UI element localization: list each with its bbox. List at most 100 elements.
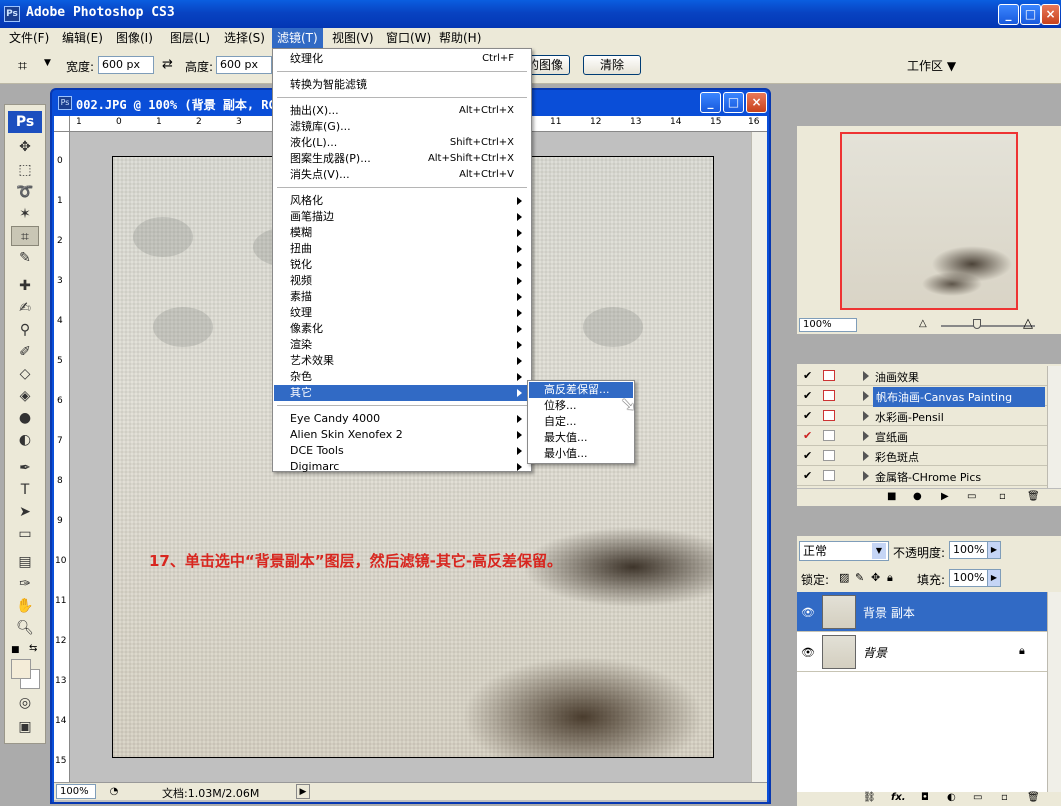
new-set-icon[interactable]: ▭ — [967, 491, 976, 502]
action-row[interactable]: ✔ 彩色斑点 — [797, 446, 1047, 466]
close-button[interactable]: × — [1041, 4, 1060, 25]
navigator-zoom-field[interactable]: 100% — [799, 318, 857, 332]
lasso-tool-icon[interactable]: ➰ — [11, 182, 39, 202]
visibility-eye-icon[interactable]: 👁︎ — [801, 606, 815, 619]
layer-row[interactable]: 👁︎ 背景 🔒︎ — [797, 632, 1047, 672]
record-icon[interactable]: ● — [913, 491, 922, 502]
menu-image[interactable]: 图像(I) — [111, 28, 158, 48]
foreground-color-swatch[interactable] — [11, 659, 31, 679]
status-info-icon[interactable]: ◔ — [104, 784, 124, 799]
status-menu-arrow-icon[interactable]: ▶ — [296, 784, 310, 799]
swap-colors-icon[interactable]: ⇆ — [29, 643, 37, 654]
action-row[interactable]: ✔ 油画效果 — [797, 366, 1047, 386]
dodge-tool-icon[interactable]: ◐ — [11, 430, 39, 450]
filter-menu-item[interactable]: 转换为智能滤镜 — [274, 77, 530, 93]
other-submenu-item[interactable]: 最小值... — [529, 446, 633, 462]
minimize-button[interactable]: _ — [998, 4, 1019, 25]
delete-layer-icon[interactable]: 🗑︎ — [1027, 792, 1040, 803]
blur-tool-icon[interactable]: ● — [11, 408, 39, 428]
height-field[interactable]: 600 px — [216, 56, 272, 74]
doc-maximize-button[interactable]: □ — [723, 92, 744, 113]
expand-triangle-icon[interactable] — [863, 371, 869, 381]
checkmark-icon[interactable]: ✔ — [803, 410, 814, 421]
vertical-scrollbar[interactable] — [751, 132, 767, 782]
healing-brush-icon[interactable]: ✚ — [11, 276, 39, 296]
swap-dimensions-icon[interactable]: ⇄ — [162, 57, 173, 72]
link-layers-icon[interactable]: ⛓ — [863, 792, 876, 803]
delete-action-icon[interactable]: 🗑︎ — [1027, 491, 1040, 502]
actions-scrollbar[interactable] — [1047, 366, 1061, 488]
menu-window[interactable]: 窗口(W) — [381, 28, 436, 48]
default-colors-icon[interactable]: ■ — [11, 645, 21, 655]
dialog-toggle-icon[interactable] — [823, 470, 835, 481]
checkmark-icon[interactable]: ✔ — [803, 370, 814, 381]
tool-preset-dropdown-icon[interactable]: ▼ — [44, 58, 51, 68]
filter-menu-item[interactable]: 液化(L)... Shift+Ctrl+X — [274, 135, 530, 151]
layer-row[interactable]: 👁︎ 背景 副本 — [797, 592, 1047, 632]
action-row[interactable]: ✔ 水彩画-Pensil — [797, 406, 1047, 426]
filter-menu-item[interactable]: 其它 — [274, 385, 530, 401]
zoom-out-icon[interactable]: △ — [919, 318, 927, 329]
dialog-toggle-icon[interactable] — [823, 430, 835, 441]
hand-tool-icon[interactable]: ✋ — [11, 596, 39, 616]
filter-menu-item[interactable]: Digimarc — [274, 459, 530, 475]
fill-slider-arrow-icon[interactable]: ▶ — [987, 569, 1001, 587]
checkmark-icon[interactable]: ✔ — [803, 430, 814, 441]
screen-mode-icon[interactable]: ▣ — [11, 717, 39, 737]
expand-triangle-icon[interactable] — [863, 471, 869, 481]
expand-triangle-icon[interactable] — [863, 431, 869, 441]
filter-menu-item[interactable]: 扭曲 — [274, 241, 530, 257]
menu-layer[interactable]: 图层(L) — [165, 28, 215, 48]
brush-tool-icon[interactable]: ✍ — [11, 298, 39, 318]
notes-tool-icon[interactable]: ▤ — [11, 552, 39, 572]
filter-menu-item[interactable]: Alien Skin Xenofex 2 — [274, 427, 530, 443]
other-submenu-item[interactable]: 最大值... — [529, 430, 633, 446]
path-selection-icon[interactable]: ➤ — [11, 502, 39, 522]
magic-wand-tool-icon[interactable]: ✶ — [11, 204, 39, 224]
filter-menu-item[interactable]: 滤镜库(G)... — [274, 119, 530, 135]
vertical-ruler[interactable]: 0 1 2 3 4 5 6 7 8 9 10 11 12 13 14 15 — [54, 132, 70, 782]
opacity-slider-arrow-icon[interactable]: ▶ — [987, 541, 1001, 559]
checkmark-icon[interactable]: ✔ — [803, 450, 814, 461]
type-tool-icon[interactable]: T — [11, 480, 39, 500]
shape-tool-icon[interactable]: ▭ — [11, 524, 39, 544]
filter-menu-item[interactable]: 模糊 — [274, 225, 530, 241]
blend-mode-select[interactable]: 正常 ▼ — [799, 541, 889, 561]
navigator-zoom-slider[interactable] — [941, 325, 1035, 327]
paint-bucket-icon[interactable]: ◈ — [11, 386, 39, 406]
marquee-tool-icon[interactable]: ⬚ — [11, 160, 39, 180]
filter-menu-item[interactable]: 抽出(X)... Alt+Ctrl+X — [274, 103, 530, 119]
dialog-toggle-icon[interactable] — [823, 410, 835, 421]
crop-tool-icon[interactable]: ⌗ — [11, 226, 39, 246]
dialog-toggle-icon[interactable] — [823, 370, 835, 381]
lock-position-icon[interactable]: ✥ — [871, 571, 880, 584]
doc-minimize-button[interactable]: _ — [700, 92, 721, 113]
filter-menu-item[interactable]: Eye Candy 4000 — [274, 411, 530, 427]
lock-all-icon[interactable]: 🔒︎ — [887, 571, 893, 585]
filter-menu-item[interactable]: 图案生成器(P)... Alt+Shift+Ctrl+X — [274, 151, 530, 167]
doc-close-button[interactable]: × — [746, 92, 767, 113]
menu-edit[interactable]: 编辑(E) — [57, 28, 108, 48]
other-submenu-item[interactable]: 位移... — [529, 398, 633, 414]
other-submenu-item[interactable]: 高反差保留... — [529, 382, 633, 398]
dialog-toggle-icon[interactable] — [823, 390, 835, 401]
checkmark-icon[interactable]: ✔ — [803, 390, 814, 401]
move-tool-icon[interactable]: ✥ — [11, 137, 39, 157]
filter-menu-item[interactable]: 艺术效果 — [274, 353, 530, 369]
crop-tool-icon[interactable]: ⌗ — [18, 56, 27, 76]
zoom-in-icon[interactable]: △ — [1023, 316, 1033, 331]
filter-menu-item[interactable]: 视频 — [274, 273, 530, 289]
adjustment-layer-icon[interactable]: ◐ — [947, 792, 956, 803]
filter-menu-item[interactable]: 锐化 — [274, 257, 530, 273]
clear-button[interactable]: 清除 — [583, 55, 641, 75]
filter-menu-item[interactable]: 杂色 — [274, 369, 530, 385]
maximize-button[interactable]: □ — [1020, 4, 1041, 25]
menu-file[interactable]: 文件(F) — [4, 28, 54, 48]
eraser-tool-icon[interactable]: ◇ — [11, 364, 39, 384]
new-action-icon[interactable]: ▫ — [999, 491, 1006, 502]
menu-help[interactable]: 帮助(H) — [434, 28, 486, 48]
filter-menu-item[interactable]: 画笔描边 — [274, 209, 530, 225]
navigator-preview[interactable] — [840, 132, 1018, 310]
lock-transparency-icon[interactable]: ▨ — [839, 571, 849, 584]
workspace-button[interactable]: 工作区 ▼ — [907, 57, 956, 74]
